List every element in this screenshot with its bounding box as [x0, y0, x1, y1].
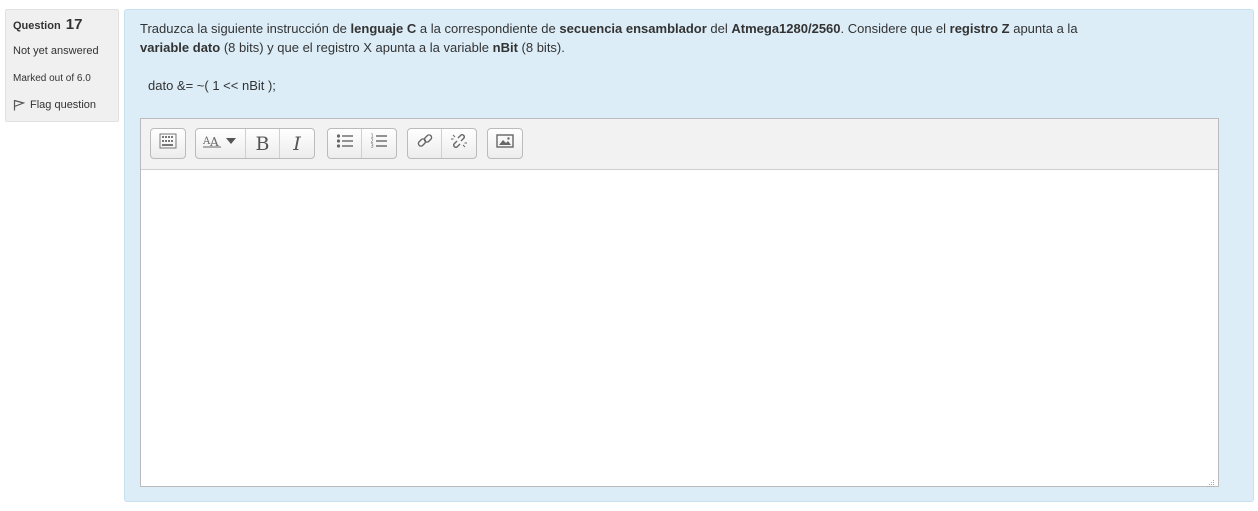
- question-label: Question: [13, 20, 61, 32]
- toolbar-group-3: 123: [327, 128, 397, 159]
- question-text: Traduzca la siguiente instrucción de len…: [140, 19, 1240, 57]
- toolbar-group-5: [487, 128, 523, 159]
- question-text-bold: secuencia ensamblador: [559, 21, 707, 36]
- question-text-part: (8 bits).: [517, 40, 565, 55]
- toolbar-group-4: [407, 128, 477, 159]
- answer-text-area[interactable]: [141, 171, 1218, 486]
- font-size-icon: AA: [202, 133, 240, 154]
- link-icon: [416, 132, 434, 155]
- bullet-list-icon: [336, 133, 354, 154]
- bold-icon: B: [255, 132, 270, 155]
- question-text-bold: lenguaje C: [350, 21, 417, 36]
- flag-icon: [13, 99, 25, 111]
- flag-question-label: Flag question: [30, 99, 97, 111]
- toolbar-group-2: AA B I: [195, 128, 315, 159]
- unlink-icon: [450, 132, 468, 155]
- image-button[interactable]: [488, 129, 522, 158]
- italic-icon: I: [293, 132, 301, 155]
- question-text-part: a la correspondiente de: [416, 21, 560, 36]
- question-text-part: Traduzca la siguiente instrucción de: [140, 21, 351, 36]
- toolbar-group-1: [150, 128, 186, 159]
- question-content: Traduzca la siguiente instrucción de len…: [124, 9, 1254, 502]
- flag-question-link[interactable]: Flag question: [13, 99, 111, 111]
- question-text-bold: variable dato: [140, 40, 221, 55]
- link-button[interactable]: [408, 129, 442, 158]
- question-text-part: apunta a la: [1009, 21, 1078, 36]
- question-grade: Marked out of 6.0: [13, 73, 91, 84]
- unlink-button[interactable]: [442, 129, 476, 158]
- question-info-panel: Question 17 Not yet answered Marked out …: [5, 9, 119, 122]
- svg-text:3: 3: [371, 144, 374, 150]
- unordered-list-button[interactable]: [328, 129, 362, 158]
- editor-toolbar: AA B I 123: [141, 119, 1218, 170]
- italic-button[interactable]: I: [280, 129, 314, 158]
- question-text-bold: registro Z: [949, 21, 1010, 36]
- answer-editor: AA B I 123: [140, 118, 1219, 487]
- question-text-part: del: [706, 21, 732, 36]
- question-number: Question 17: [13, 16, 111, 33]
- font-style-button[interactable]: AA: [196, 129, 246, 158]
- resize-handle-icon[interactable]: [1207, 475, 1215, 487]
- question-state: Not yet answered: [13, 45, 99, 57]
- numbered-list-icon: 123: [370, 133, 388, 154]
- question-text-part: (8 bits) y que el registro X apunta a la…: [220, 40, 493, 55]
- ordered-list-button[interactable]: 123: [362, 129, 396, 158]
- bold-button[interactable]: B: [246, 129, 280, 158]
- question-text-bold: nBit: [492, 40, 518, 55]
- keyboard-icon: [159, 133, 177, 154]
- question-text-part: . Considere que el: [840, 21, 950, 36]
- toolbar-toggle-button[interactable]: [151, 129, 185, 158]
- code-snippet: dato &= ~( 1 << nBit );: [148, 78, 276, 93]
- question-number-value: 17: [65, 16, 83, 33]
- question-text-bold: Atmega1280/2560: [731, 21, 841, 36]
- image-icon: [496, 133, 514, 154]
